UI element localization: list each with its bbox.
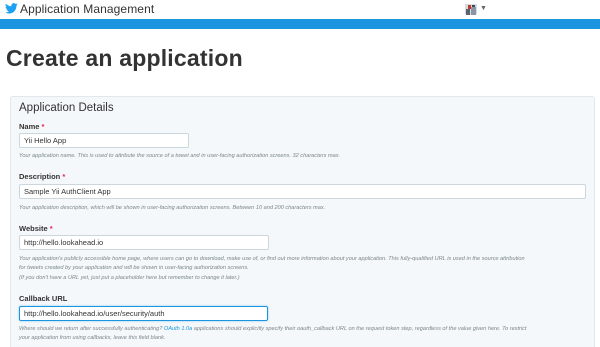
website-help-text-line1: Your application's publicly accessible h… — [19, 256, 525, 262]
description-label-text: Description — [19, 172, 61, 181]
description-help-text: Your application description, which will… — [19, 205, 326, 211]
name-help-text: Your application name. This is used to a… — [19, 153, 341, 159]
callback-url-label: Callback URL — [19, 294, 67, 303]
name-label: Name * — [19, 122, 44, 131]
app-title[interactable]: Application Management — [20, 2, 154, 16]
name-label-text: Name — [19, 122, 40, 131]
twitter-bird-icon[interactable] — [5, 3, 18, 14]
callback-help-text-line2: your application from using callbacks, l… — [19, 335, 166, 341]
required-mark: * — [62, 172, 66, 181]
name-input[interactable] — [19, 133, 189, 148]
callback-help-text-before: Where should we return after successfull… — [19, 326, 163, 332]
callback-url-input[interactable] — [19, 306, 268, 321]
top-bar: Application Management ▼ — [0, 0, 600, 19]
website-help-text-line2: for tweets created by your application a… — [19, 265, 249, 271]
oauth-link[interactable]: OAuth 1.0a — [164, 326, 192, 332]
page-title: Create an application — [6, 45, 243, 71]
website-label-text: Website — [19, 224, 48, 233]
callback-help-text-line1: Where should we return after successfull… — [19, 325, 527, 333]
application-details-panel: Application Details Name * Your applicat… — [10, 96, 595, 347]
avatar[interactable] — [465, 3, 477, 15]
header-accent-bar — [0, 19, 600, 29]
panel-title: Application Details — [19, 102, 114, 114]
required-mark: * — [41, 122, 45, 131]
required-mark: * — [49, 224, 53, 233]
description-input[interactable] — [19, 184, 586, 199]
website-help-text-line3: (If you don't have a URL yet, just put a… — [19, 275, 240, 281]
website-input[interactable] — [19, 235, 269, 250]
callback-url-label-text: Callback URL — [19, 294, 68, 303]
callback-help-text-after: applications should explicitly specify t… — [193, 326, 527, 332]
description-label: Description * — [19, 172, 65, 181]
chevron-down-icon[interactable]: ▼ — [480, 5, 487, 13]
website-label: Website * — [19, 224, 53, 233]
